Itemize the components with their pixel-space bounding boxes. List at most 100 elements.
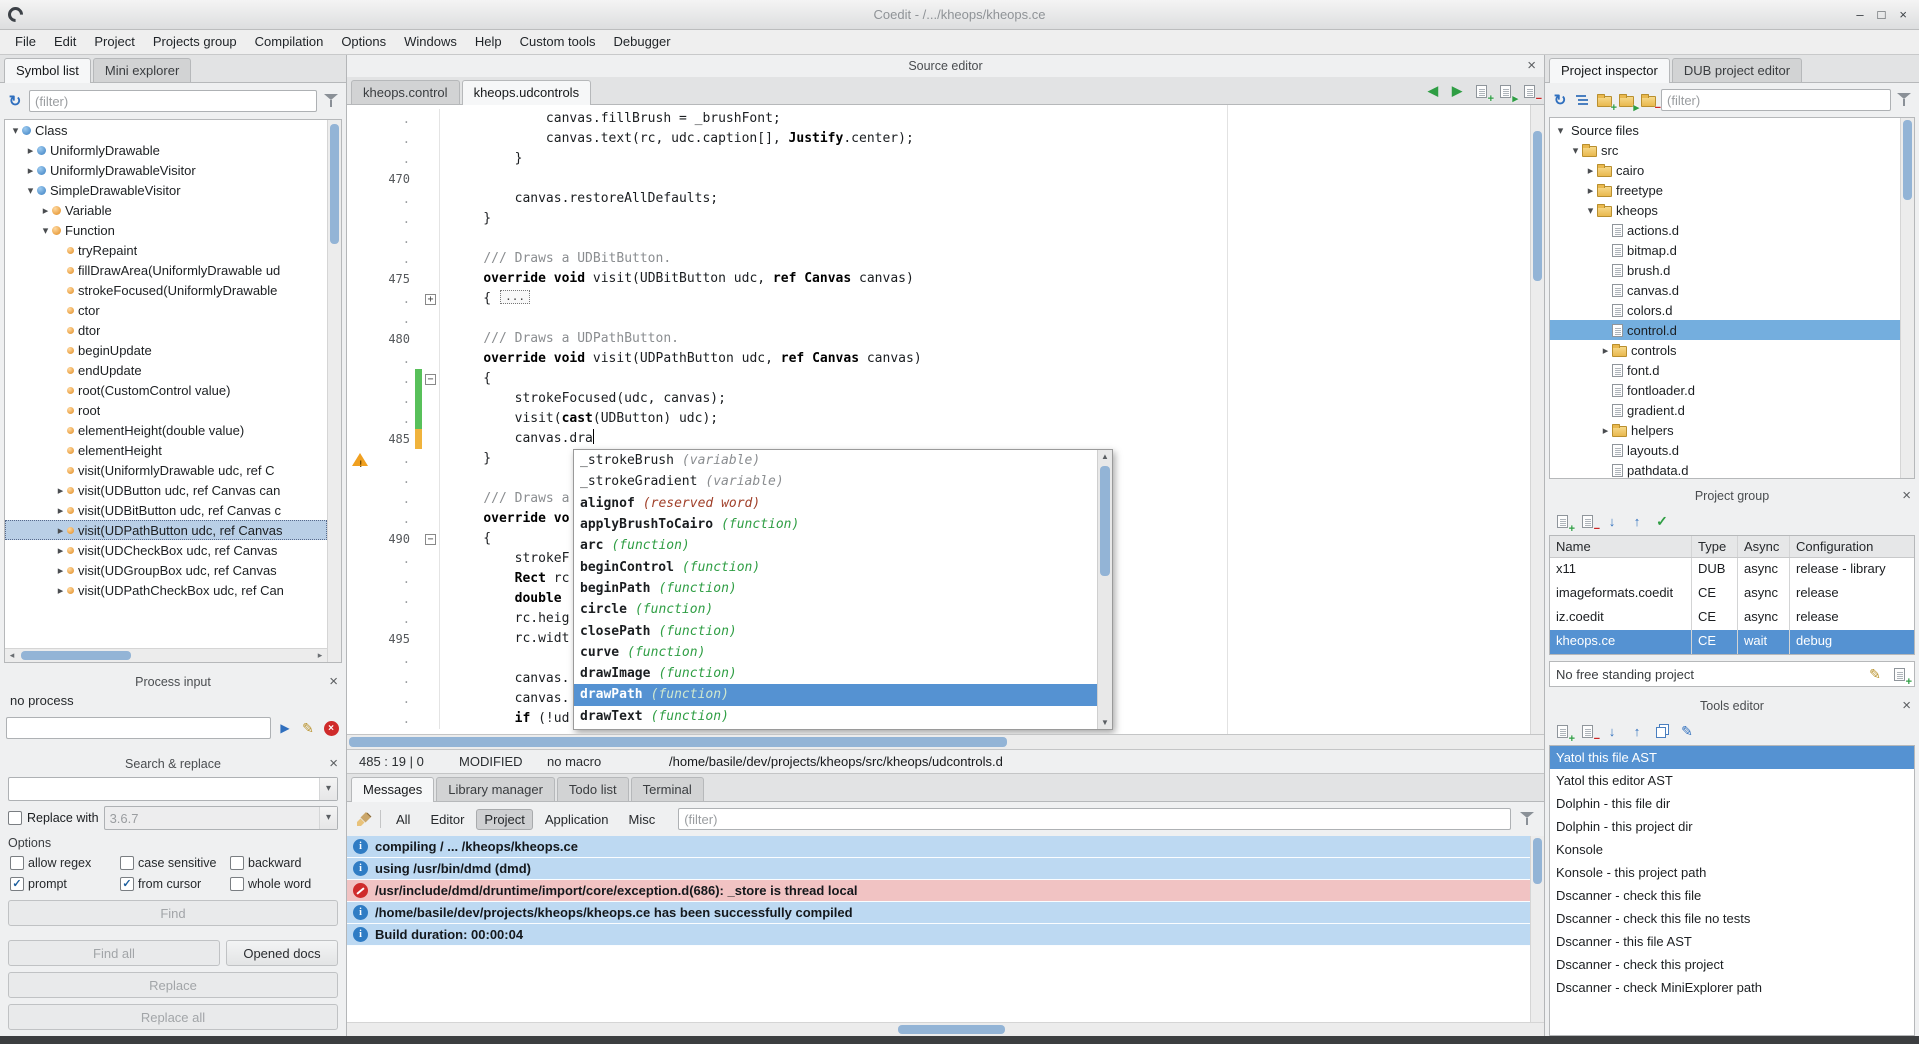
expander-icon[interactable]: ▸ <box>54 564 67 577</box>
message-row[interactable]: /usr/include/dmd/druntime/import/core/ex… <box>347 880 1530 902</box>
expander-icon[interactable]: ▾ <box>1569 144 1582 157</box>
edit-tool-icon[interactable]: ✎ <box>1678 722 1696 740</box>
symbol-tree-item[interactable]: ▸UniformlyDrawable <box>5 140 327 160</box>
project-row[interactable]: imageformats.coeditCEasyncrelease <box>1550 582 1914 606</box>
file-tree-item[interactable]: ▾kheops <box>1550 200 1900 220</box>
expander-icon[interactable]: ▸ <box>1599 424 1612 437</box>
chevron-down-icon[interactable]: ▾ <box>319 807 337 829</box>
add-tool-icon[interactable]: + <box>1553 722 1571 740</box>
close-document-icon[interactable]: − <box>1520 82 1538 100</box>
code-line[interactable]: . canvas.fillBrush = _brushFont; <box>347 109 1530 129</box>
symbol-tree-item[interactable]: visit(UniformlyDrawable udc, ref C <box>5 460 327 480</box>
add-source-icon[interactable]: ▸ <box>1617 91 1635 109</box>
project-row[interactable]: kheops.ceCEwaitdebug <box>1550 630 1914 654</box>
file-tree-item[interactable]: gradient.d <box>1550 400 1900 420</box>
tab-todo-list[interactable]: Todo list <box>557 777 629 801</box>
symbol-tree-vscrollbar[interactable] <box>327 120 341 662</box>
replace-button[interactable]: Replace <box>8 972 338 998</box>
replace-value-combo[interactable]: 3.6.7 ▾ <box>104 806 338 830</box>
expander-icon[interactable]: ▸ <box>1584 184 1597 197</box>
symbol-tree-item[interactable]: root <box>5 400 327 420</box>
add-project-icon[interactable]: + <box>1553 512 1571 530</box>
symbol-filter-input[interactable] <box>29 90 317 112</box>
expander-icon[interactable]: ▾ <box>9 124 22 137</box>
inspector-filter-input[interactable] <box>1661 89 1891 111</box>
completion-item[interactable]: beginControl(function) <box>574 556 1097 577</box>
tab-dub-project-editor[interactable]: DUB project editor <box>1672 58 1802 82</box>
symbol-tree-item[interactable]: ▸UniformlyDrawableVisitor <box>5 160 327 180</box>
find-all-button[interactable]: Find all <box>8 940 220 966</box>
expander-icon[interactable]: ▸ <box>54 484 67 497</box>
expander-icon[interactable]: ▸ <box>39 204 52 217</box>
from-cursor-checkbox[interactable]: ✓ <box>120 877 134 891</box>
go-previous-icon[interactable]: ◀ <box>1424 82 1442 100</box>
send-to-process-icon[interactable]: ▶ <box>276 719 294 737</box>
code-line[interactable]: . strokeFocused(udc, canvas); <box>347 389 1530 409</box>
folded-code-chip[interactable]: ... <box>500 290 530 304</box>
file-tree-item[interactable]: ▾src <box>1550 140 1900 160</box>
tab-project-inspector[interactable]: Project inspector <box>1549 58 1670 83</box>
symbol-tree-item[interactable]: elementHeight <box>5 440 327 460</box>
close-tools-editor-icon[interactable]: × <box>1902 696 1911 716</box>
code-line[interactable]: . canvas.restoreAllDefaults; <box>347 189 1530 209</box>
move-tool-down-icon[interactable]: ↓ <box>1603 722 1621 740</box>
column-header-async[interactable]: Async <box>1738 536 1790 557</box>
remove-tool-icon[interactable]: − <box>1578 722 1596 740</box>
symbol-tree-item[interactable]: ▸visit(UDGroupBox udc, ref Canvas <box>5 560 327 580</box>
process-input-field[interactable] <box>6 717 271 739</box>
fold-expand-icon[interactable]: + <box>425 294 436 305</box>
code-line[interactable]: . override void visit(UDPathButton udc, … <box>347 349 1530 369</box>
scroll-down-icon[interactable]: ▼ <box>1098 716 1112 729</box>
filter-toggle-application[interactable]: Application <box>537 809 617 830</box>
code-line[interactable]: . <box>347 309 1530 329</box>
close-search-panel-icon[interactable]: × <box>329 754 338 774</box>
refresh-symbols-icon[interactable]: ↻ <box>6 92 24 110</box>
filter-toggle-editor[interactable]: Editor <box>422 809 472 830</box>
project-row[interactable]: x11DUBasyncrelease - library <box>1550 558 1914 582</box>
menu-options[interactable]: Options <box>332 30 395 54</box>
file-tree-item[interactable]: ▾Source files <box>1550 120 1900 140</box>
completion-item[interactable]: circle(function) <box>574 599 1097 620</box>
file-tree-item[interactable]: control.d <box>1550 320 1900 340</box>
file-tree-item[interactable]: ▸helpers <box>1550 420 1900 440</box>
scroll-left-icon[interactable]: ◂ <box>5 649 19 662</box>
completion-item[interactable]: drawImage(function) <box>574 663 1097 684</box>
file-tree-item[interactable]: colors.d <box>1550 300 1900 320</box>
code-line[interactable]: . <box>347 229 1530 249</box>
async-mode-icon[interactable]: ✓ <box>1653 512 1671 530</box>
expander-icon[interactable]: ▸ <box>54 504 67 517</box>
move-project-up-icon[interactable]: ↑ <box>1628 512 1646 530</box>
expander-icon[interactable]: ▸ <box>1599 344 1612 357</box>
files-vscrollbar[interactable] <box>1900 118 1914 478</box>
editor-hscrollbar[interactable] <box>347 735 1544 750</box>
collapse-tree-icon[interactable] <box>1573 91 1591 109</box>
symbol-tree-item[interactable]: beginUpdate <box>5 340 327 360</box>
code-line[interactable]: .− { <box>347 369 1530 389</box>
clone-tool-icon[interactable] <box>1653 722 1671 740</box>
filter-toggle-project[interactable]: Project <box>476 809 532 830</box>
completion-item[interactable]: drawText(function) <box>574 706 1097 727</box>
code-line[interactable]: .+ {... <box>347 289 1530 309</box>
symbol-tree-item[interactable]: ▸visit(UDCheckBox udc, ref Canvas <box>5 540 327 560</box>
message-row[interactable]: iusing /usr/bin/dmd (dmd) <box>347 858 1530 880</box>
tool-item[interactable]: Konsole <box>1550 838 1914 861</box>
symbol-tree-item[interactable]: ▾SimpleDrawableVisitor <box>5 180 327 200</box>
edit-project-icon[interactable]: ✎ <box>1866 665 1884 683</box>
menu-custom-tools[interactable]: Custom tools <box>511 30 605 54</box>
menu-edit[interactable]: Edit <box>45 30 85 54</box>
tool-item[interactable]: Dscanner - this file AST <box>1550 930 1914 953</box>
column-header-name[interactable]: Name <box>1550 536 1692 557</box>
expander-icon[interactable]: ▸ <box>24 164 37 177</box>
code-line[interactable]: . } <box>347 149 1530 169</box>
tab-mini-explorer[interactable]: Mini explorer <box>93 58 191 82</box>
tool-item[interactable]: Yatol this editor AST <box>1550 769 1914 792</box>
symbol-tree-item[interactable]: ▸visit(UDBitButton udc, ref Canvas c <box>5 500 327 520</box>
expander-icon[interactable]: ▸ <box>54 524 67 537</box>
inspector-funnel-icon[interactable] <box>1895 91 1913 109</box>
file-tree-item[interactable]: canvas.d <box>1550 280 1900 300</box>
completion-item[interactable]: curve(function) <box>574 642 1097 663</box>
expander-icon[interactable]: ▾ <box>1584 204 1597 217</box>
code-line[interactable]: . visit(cast(UDButton) udc); <box>347 409 1530 429</box>
code-line[interactable]: . canvas.text(rc, udc.caption[], Justify… <box>347 129 1530 149</box>
minimize-button[interactable]: – <box>1856 7 1863 23</box>
